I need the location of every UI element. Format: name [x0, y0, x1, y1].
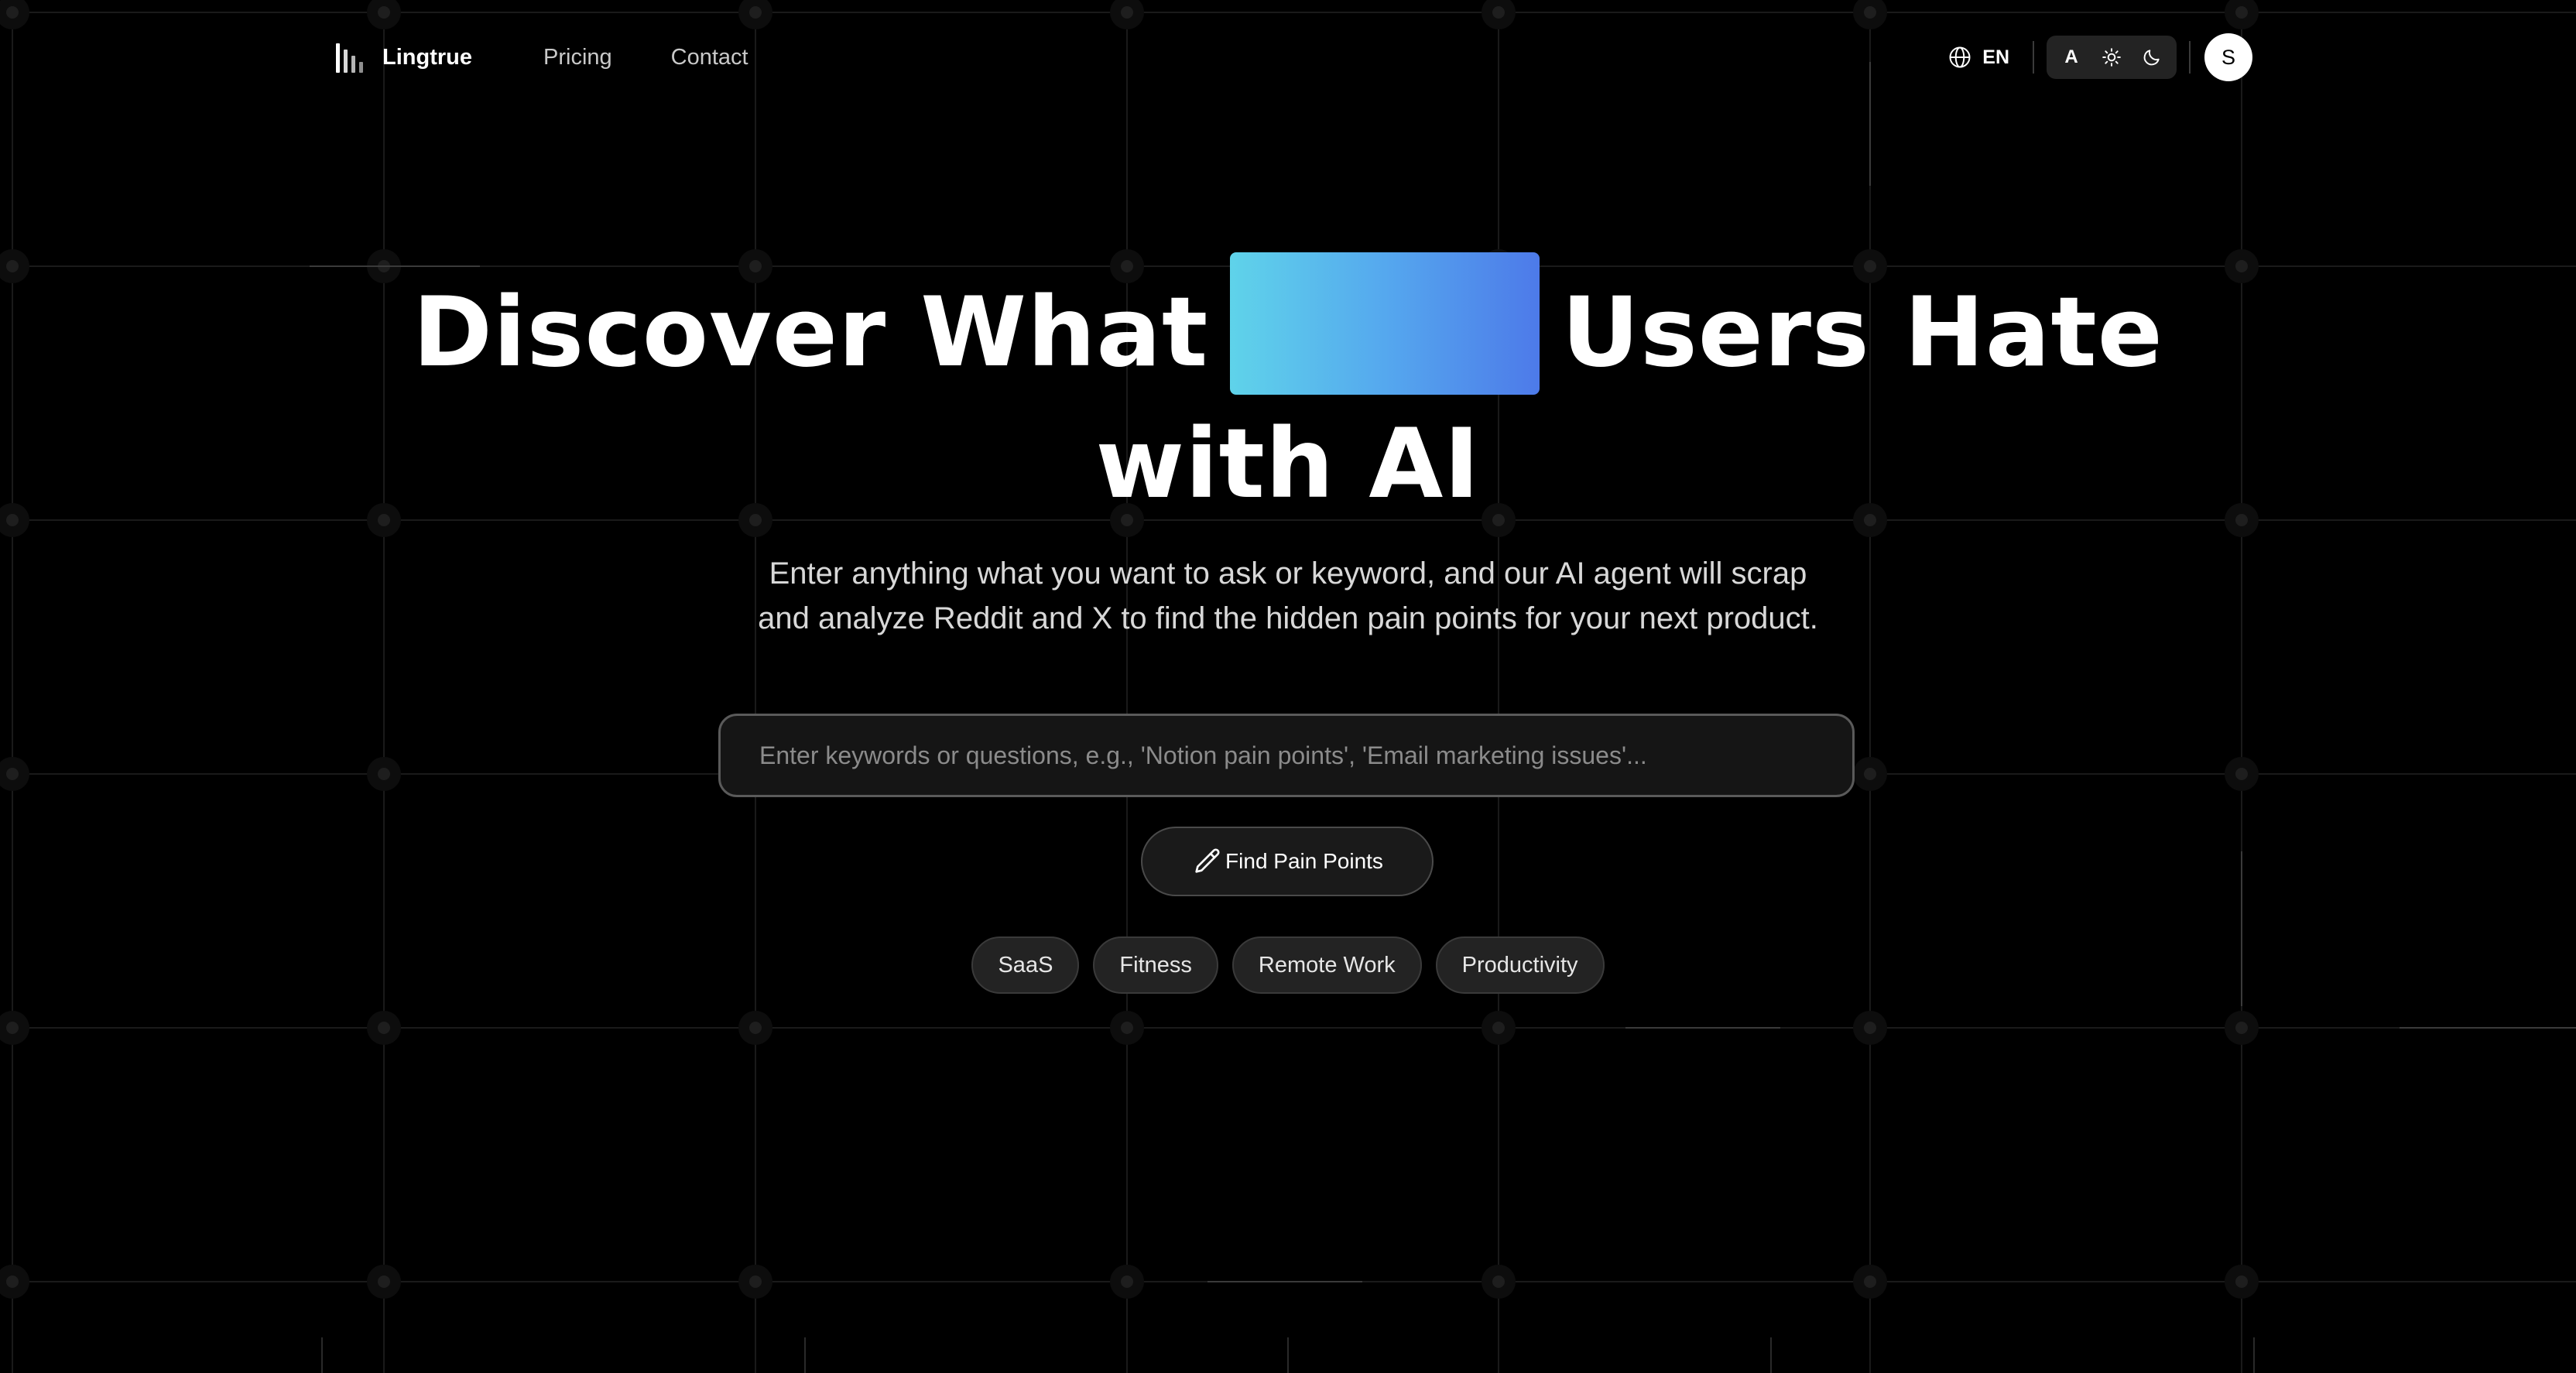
- header-tools: EN A S: [1937, 33, 2252, 82]
- theme-light-button[interactable]: [2091, 39, 2132, 76]
- sun-icon: [2102, 48, 2121, 67]
- language-label: EN: [1982, 46, 2009, 68]
- search-input[interactable]: [758, 740, 1815, 771]
- theme-dark-button[interactable]: [2132, 39, 2172, 76]
- language-selector[interactable]: EN: [1937, 36, 2020, 79]
- brand-name: Lingtrue: [382, 44, 472, 70]
- page: Lingtrue Pricing Contact EN A S Discover…: [0, 0, 2576, 1373]
- user-avatar[interactable]: S: [2204, 33, 2252, 81]
- hero-title-line-1: Discover What Users Hate: [0, 252, 2576, 402]
- hero-subtitle: Enter anything what you want to ask or k…: [0, 551, 2576, 641]
- chip-fitness[interactable]: Fitness: [1093, 936, 1218, 994]
- hero-title-line-2: with AI: [1095, 408, 1481, 520]
- suggestion-chips: SaaS Fitness Remote Work Productivity: [0, 936, 2576, 994]
- theme-auto-label: A: [2064, 46, 2078, 67]
- brand-logo-icon: [336, 43, 363, 73]
- avatar-initial: S: [2221, 45, 2235, 69]
- brand[interactable]: Lingtrue: [334, 39, 472, 76]
- divider: [2033, 41, 2034, 74]
- theme-switcher: A: [2047, 36, 2177, 79]
- globe-icon: [1949, 46, 1971, 68]
- pencil-icon: [1195, 848, 1220, 873]
- moon-icon: [2143, 50, 2160, 66]
- theme-auto-button[interactable]: A: [2051, 39, 2091, 76]
- hero-title-part-2: Users Hate: [1561, 277, 2163, 389]
- animated-highlight-box: [1230, 252, 1540, 395]
- divider: [2189, 41, 2191, 74]
- hero-subtitle-line-1: Enter anything what you want to ask or k…: [769, 556, 1807, 591]
- top-header: Lingtrue Pricing Contact EN A S: [0, 0, 2576, 115]
- hero-title-part-1: Discover What: [413, 277, 1209, 389]
- chip-saas[interactable]: SaaS: [971, 936, 1080, 994]
- search-box: [718, 714, 1855, 797]
- main-nav: Pricing Contact: [543, 39, 748, 76]
- nav-link-pricing[interactable]: Pricing: [543, 45, 612, 70]
- nav-link-contact[interactable]: Contact: [671, 45, 748, 70]
- chip-productivity[interactable]: Productivity: [1435, 936, 1605, 994]
- find-pain-points-button[interactable]: Find Pain Points: [1141, 827, 1434, 896]
- hero-subtitle-line-2: and analyze Reddit and X to find the hid…: [758, 601, 1818, 635]
- background-grid: [0, 0, 2576, 1373]
- find-pain-points-label: Find Pain Points: [1225, 849, 1383, 873]
- hero-title: Discover What Users Hate with AI: [0, 252, 2576, 526]
- chip-remote-work[interactable]: Remote Work: [1231, 936, 1422, 994]
